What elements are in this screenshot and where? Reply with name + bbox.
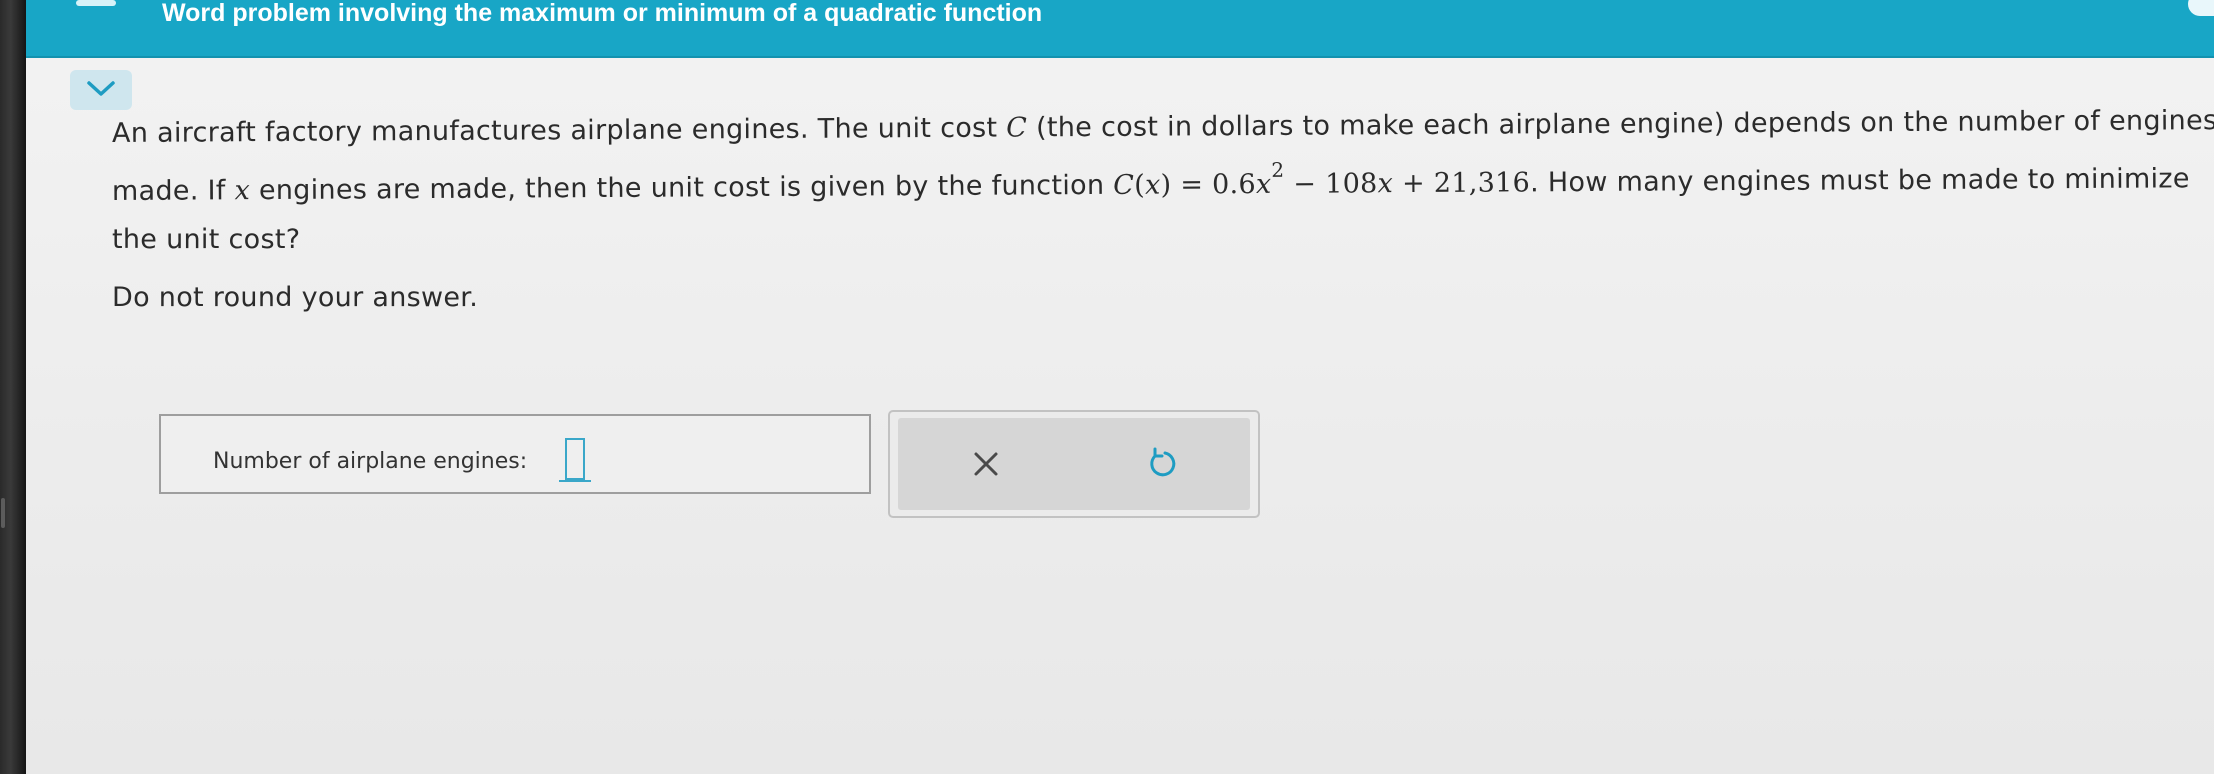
problem-text: An aircraft factory manufactures airplan… bbox=[111, 112, 1007, 149]
instruction-text: Do not round your answer. bbox=[112, 282, 479, 313]
problem-line-1: An aircraft factory manufactures airplan… bbox=[112, 105, 2214, 149]
chevron-down-icon bbox=[87, 81, 115, 96]
device-bezel bbox=[0, 0, 26, 774]
undo-icon bbox=[1150, 447, 1176, 477]
problem-text: made. If bbox=[111, 175, 235, 207]
variable-x: x bbox=[1377, 168, 1394, 200]
problem-text: . How many engines must be made to minim… bbox=[1530, 163, 2190, 199]
x-icon bbox=[974, 452, 998, 476]
variable-x: x bbox=[234, 175, 251, 207]
answer-box: Number of airplane engines: bbox=[159, 414, 871, 494]
page-title: Word problem involving the maximum or mi… bbox=[162, 0, 1043, 27]
undo-button[interactable] bbox=[1074, 418, 1250, 510]
collapse-button[interactable] bbox=[70, 70, 132, 110]
bezel-mark bbox=[1, 498, 5, 528]
equation-part: = 0.6 bbox=[1171, 169, 1257, 201]
variable-c: C bbox=[1006, 112, 1028, 144]
answer-label: Number of airplane engines: bbox=[213, 449, 528, 474]
problem-text: engines are made, then the unit cost is … bbox=[249, 169, 1114, 207]
menu-icon[interactable] bbox=[76, 0, 116, 6]
exponent: 2 bbox=[1271, 157, 1285, 182]
variable-x: x bbox=[1255, 168, 1272, 201]
cost-function: C(x) = 0.6x2 − 108x + 21,316 bbox=[1113, 157, 1531, 201]
function-arg: x bbox=[1144, 169, 1161, 201]
action-panel bbox=[888, 410, 1260, 518]
header-control[interactable] bbox=[2188, 0, 2214, 16]
answer-input[interactable] bbox=[565, 438, 585, 480]
answer-input-underline bbox=[559, 480, 591, 482]
problem-line-3: the unit cost? bbox=[112, 224, 301, 255]
clear-button[interactable] bbox=[898, 418, 1074, 510]
equation-part: + 21,316 bbox=[1393, 167, 1531, 200]
header-bar: Word problem involving the maximum or mi… bbox=[26, 0, 2214, 58]
screen: Word problem involving the maximum or mi… bbox=[26, 0, 2214, 774]
problem-text: (the cost in dollars to make each airpla… bbox=[1027, 105, 2214, 144]
function-name: C bbox=[1113, 169, 1135, 201]
problem-line-2: made. If x engines are made, then the un… bbox=[111, 157, 2190, 207]
action-panel-inner bbox=[898, 418, 1250, 510]
equation-part: − 108 bbox=[1284, 168, 1378, 200]
